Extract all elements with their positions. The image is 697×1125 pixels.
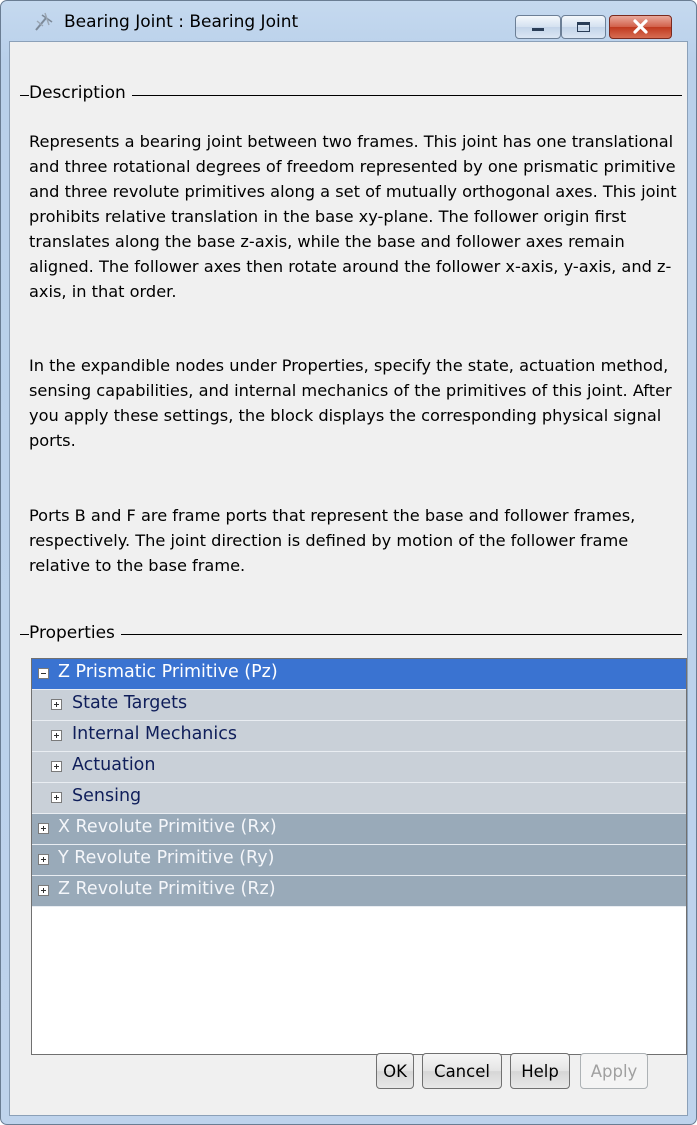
description-paragraph-2: In the expandible nodes under Properties… xyxy=(29,356,672,450)
tree-row-label: State Targets xyxy=(72,693,188,713)
tree-row-z-revolute[interactable]: Z Revolute Primitive (Rz) xyxy=(32,876,686,907)
expand-icon[interactable] xyxy=(38,854,49,865)
collapse-icon[interactable] xyxy=(38,668,49,679)
expand-icon[interactable] xyxy=(51,792,62,803)
close-button[interactable] xyxy=(609,15,672,39)
title-bar[interactable]: Bearing Joint : Bearing Joint xyxy=(1,1,696,41)
expand-icon[interactable] xyxy=(51,699,62,710)
window-title: Bearing Joint : Bearing Joint xyxy=(64,12,299,32)
bearing-joint-icon xyxy=(35,12,53,31)
maximize-icon xyxy=(577,22,590,32)
description-paragraph-1: Represents a bearing joint between two f… xyxy=(29,132,677,301)
tree-row-label: X Revolute Primitive (Rx) xyxy=(58,817,277,837)
expand-icon[interactable] xyxy=(51,730,62,741)
tree-row-label: Y Revolute Primitive (Ry) xyxy=(58,848,275,868)
maximize-button[interactable] xyxy=(561,15,606,39)
help-button[interactable]: Help xyxy=(510,1053,570,1089)
expand-icon[interactable] xyxy=(38,885,49,896)
tree-row-label: Internal Mechanics xyxy=(72,724,238,744)
tree-row-label: Z Prismatic Primitive (Pz) xyxy=(58,662,278,682)
properties-group-label: Properties xyxy=(29,623,121,643)
tree-row-label: Z Revolute Primitive (Rz) xyxy=(58,879,276,899)
minimize-icon xyxy=(532,28,544,31)
cancel-button[interactable]: Cancel xyxy=(422,1053,502,1089)
tree-row-y-revolute[interactable]: Y Revolute Primitive (Ry) xyxy=(32,845,686,876)
description-group-label: Description xyxy=(29,83,132,103)
ok-button[interactable]: OK xyxy=(376,1053,414,1089)
description-paragraph-3: Ports B and F are frame ports that repre… xyxy=(29,506,636,575)
expand-icon[interactable] xyxy=(38,823,49,834)
expand-icon[interactable] xyxy=(51,761,62,772)
tree-row-label: Actuation xyxy=(72,755,156,775)
tree-row-actuation[interactable]: Actuation xyxy=(32,752,686,783)
tree-row-x-revolute[interactable]: X Revolute Primitive (Rx) xyxy=(32,814,686,845)
tree-row-label: Sensing xyxy=(72,786,142,806)
tree-row-sensing[interactable]: Sensing xyxy=(32,783,686,814)
minimize-button[interactable] xyxy=(515,15,561,39)
apply-button: Apply xyxy=(580,1053,648,1089)
properties-tree[interactable]: Z Prismatic Primitive (Pz) State Targets… xyxy=(31,658,687,1055)
dialog-client-area: Description Represents a bearing joint b… xyxy=(9,41,688,1116)
tree-row-state-targets[interactable]: State Targets xyxy=(32,690,686,721)
close-icon xyxy=(633,19,648,34)
tree-row-z-prismatic[interactable]: Z Prismatic Primitive (Pz) xyxy=(32,659,686,690)
tree-row-internal-mechanics[interactable]: Internal Mechanics xyxy=(32,721,686,752)
dialog-window: Bearing Joint : Bearing Joint Descriptio… xyxy=(0,0,697,1125)
